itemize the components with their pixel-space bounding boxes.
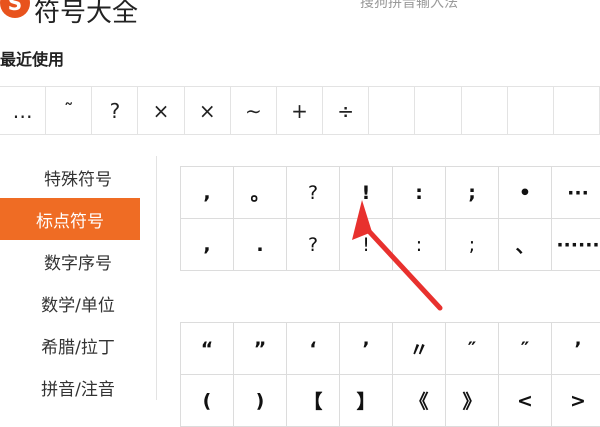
recent-symbol[interactable]: ? [92, 87, 139, 134]
recent-symbols-row: … ˜ ? × × ∼ + ÷ [0, 86, 600, 135]
symbol-cell[interactable]: > [552, 375, 600, 427]
symbol-cell[interactable]: : [393, 167, 446, 219]
recent-symbol[interactable]: ˜ [46, 87, 93, 134]
recent-symbol[interactable]: … [0, 87, 47, 134]
sidebar-item-number-sequence[interactable]: 数字序号 [0, 240, 156, 282]
symbol-cell[interactable]: • [499, 167, 552, 219]
symbol-cell[interactable]: ″ [446, 323, 499, 375]
recent-label: 最近使用 [0, 50, 65, 69]
recent-symbol[interactable]: × [185, 87, 231, 134]
punctuation-grid-2: “ ” ‘ ’ 〃 ″ ″ ’ ( ) 【 】 《 》 < > [180, 322, 600, 427]
symbol-cell-exclamation[interactable]: ! [340, 167, 393, 219]
symbol-cell[interactable]: ? [287, 167, 340, 219]
sidebar-item-punctuation[interactable]: 标点符号 [0, 198, 140, 240]
symbol-cell[interactable]: : [393, 219, 446, 271]
symbol-cell[interactable]: 〃 [393, 323, 446, 375]
symbol-cell[interactable]: ! [340, 219, 393, 271]
recent-symbol[interactable]: + [277, 87, 324, 134]
symbol-cell[interactable]: ″ [499, 323, 552, 375]
symbol-cell[interactable]: ’ [552, 323, 600, 375]
symbol-cell[interactable]: 《 [393, 375, 446, 427]
symbol-cell[interactable]: ( [181, 375, 234, 427]
category-sidebar: 特殊符号 标点符号 数字序号 数学/单位 希腊/拉丁 拼音/注音 [0, 156, 157, 400]
header-subtitle: 搜狗拼音输入法 [360, 0, 458, 11]
symbol-cell[interactable]: 、 [499, 219, 552, 271]
punctuation-grid-1: , 。 ? ! : ; • ··· , . ? ! : ; 、 ······ [180, 166, 600, 271]
symbol-cell[interactable]: ) [234, 375, 287, 427]
app-title: 符号大全 [34, 0, 139, 28]
recent-symbol[interactable]: ÷ [323, 87, 370, 134]
recent-symbol-empty[interactable] [462, 87, 508, 134]
symbol-cell[interactable]: ··· [552, 167, 600, 219]
symbol-cell[interactable]: ’ [340, 323, 393, 375]
symbol-cell[interactable]: < [499, 375, 552, 427]
recent-symbol-empty[interactable] [554, 87, 600, 134]
sidebar-item-greek-latin[interactable]: 希腊/拉丁 [0, 324, 156, 366]
symbol-cell[interactable]: 】 [340, 375, 393, 427]
symbol-cell[interactable]: ‘ [287, 323, 340, 375]
symbol-cell[interactable]: ······ [552, 219, 600, 271]
symbol-cell[interactable]: ; [446, 167, 499, 219]
symbol-cell[interactable]: 。 [234, 167, 287, 219]
symbol-cell[interactable]: “ [181, 323, 234, 375]
symbol-cell[interactable]: ? [287, 219, 340, 271]
sidebar-item-math-units[interactable]: 数学/单位 [0, 282, 156, 324]
symbol-cell[interactable]: , [181, 167, 234, 219]
symbol-cell[interactable]: 【 [287, 375, 340, 427]
symbol-cell[interactable]: , [181, 219, 234, 271]
symbol-cell[interactable]: ” [234, 323, 287, 375]
recent-symbol-empty[interactable] [508, 87, 554, 134]
recent-symbol[interactable]: × [138, 87, 185, 134]
sidebar-item-pinyin-zhuyin[interactable]: 拼音/注音 [0, 366, 156, 408]
sogou-logo-icon: S [0, 0, 30, 18]
recent-symbol-empty[interactable] [415, 87, 462, 134]
header: S 符号大全 搜狗拼音输入法 [0, 0, 600, 30]
recent-symbol[interactable]: ∼ [231, 87, 277, 134]
symbol-cell[interactable]: ; [446, 219, 499, 271]
recent-symbol-empty[interactable] [369, 87, 416, 134]
symbol-cell[interactable]: . [234, 219, 287, 271]
symbol-cell[interactable]: 》 [446, 375, 499, 427]
sidebar-item-special-symbols[interactable]: 特殊符号 [0, 156, 156, 198]
